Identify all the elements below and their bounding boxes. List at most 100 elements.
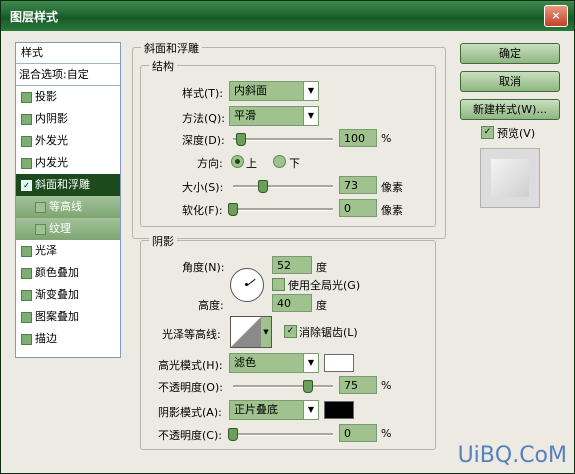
size-slider[interactable] [233,180,333,193]
layer-style-dialog: 图层样式 × 样式 混合选项:自定 投影内阴影外发光内发光 ✓ 斜面和浮雕 等高线纹理… [0,0,575,474]
new-style-button[interactable]: 新建样式(W)... [460,99,560,120]
preview-checkbox[interactable]: ✓ [481,126,494,139]
soften-slider-track [233,208,333,211]
style-checkbox[interactable] [21,312,32,323]
style-list: 样式 混合选项:自定 投影内阴影外发光内发光 ✓ 斜面和浮雕 等高线纹理光泽颜色叠加渐… [15,42,121,358]
angle-dial[interactable] [230,268,264,302]
style-list-item-label: 描边 [35,332,57,345]
close-button[interactable]: × [544,5,568,27]
chevron-down-icon: ▼ [303,354,318,372]
highlight-opacity-input[interactable]: 75 [339,376,377,394]
highlight-mode-select[interactable]: 滤色 ▼ [229,353,319,373]
style-checkbox[interactable] [21,246,32,257]
chevron-down-icon: ▼ [303,401,318,419]
blend-options-item[interactable]: 混合选项:自定 [16,64,120,86]
style-list-item[interactable]: 图案叠加 [16,306,120,328]
style-checkbox[interactable] [21,268,32,279]
shadow-mode-select[interactable]: 正片叠底 ▼ [229,400,319,420]
depth-label: 深度(D): [182,134,225,147]
style-list-item-label: 外发光 [35,134,68,147]
soften-label: 软化(F): [182,204,223,217]
altitude-input[interactable]: 40 [272,294,312,312]
shadow-opacity-input[interactable]: 0 [339,424,377,442]
style-list-item-label: 纹理 [49,222,71,235]
ok-button[interactable]: 确定 [460,43,560,64]
shadow-opacity-thumb[interactable] [228,428,238,441]
highlight-opacity-thumb[interactable] [303,380,313,393]
direction-down-label: 下 [289,157,300,170]
style-list-item[interactable]: 渐变叠加 [16,284,120,306]
highlight-color-swatch[interactable] [324,354,354,372]
style-list-item-label: 图案叠加 [35,310,79,323]
style-checkbox[interactable] [21,136,32,147]
style-list-item[interactable]: 描边 [16,328,120,350]
title-bar[interactable]: 图层样式 × [1,1,574,31]
style-list-item[interactable]: 颜色叠加 [16,262,120,284]
cancel-button[interactable]: 取消 [460,71,560,92]
style-checkbox[interactable] [21,334,32,345]
gloss-contour-label: 光泽等高线: [162,328,221,341]
gloss-contour-picker[interactable] [230,316,262,348]
shadow-opacity-track [233,433,333,436]
soften-input[interactable]: 0 [339,199,377,217]
style-list-item[interactable]: 投影 [16,86,120,108]
direction-up-label: 上 [246,157,257,170]
technique-select[interactable]: 平滑 ▼ [229,106,319,126]
shadow-opacity-slider[interactable] [228,428,333,441]
soften-slider[interactable] [228,203,333,216]
size-slider-thumb[interactable] [258,180,268,193]
global-light-label: 使用全局光(G) [288,279,361,292]
style-list-item-label: 内发光 [35,156,68,169]
style-checkbox[interactable]: ✓ [21,180,32,191]
shadow-mode-label: 阴影模式(A): [158,406,222,419]
style-list-item[interactable]: 纹理 [16,218,120,240]
antialias-checkbox[interactable]: ✓ [284,325,297,338]
antialias-label: 消除锯齿(L) [299,326,358,339]
style-list-item[interactable]: 光泽 [16,240,120,262]
depth-slider-thumb[interactable] [236,133,246,146]
style-list-item[interactable]: ✓ 斜面和浮雕 [16,174,120,196]
global-light-checkbox[interactable] [272,278,285,291]
style-list-item[interactable]: 内阴影 [16,108,120,130]
highlight-opacity-track [233,385,333,388]
style-list-item[interactable]: 外发光 [16,130,120,152]
style-list-item-label: 投影 [35,90,57,103]
style-checkbox[interactable] [21,92,32,103]
highlight-opacity-unit: % [381,379,392,392]
chevron-down-icon[interactable]: ▼ [261,316,272,348]
soften-slider-thumb[interactable] [228,203,238,216]
angle-input[interactable]: 52 [272,256,312,274]
chevron-down-icon: ▼ [303,107,318,125]
chevron-down-icon: ▼ [303,82,318,100]
window-title: 图层样式 [10,10,59,24]
style-checkbox[interactable] [35,224,46,235]
style-list-header[interactable]: 样式 [16,43,120,64]
shadow-mode-value: 正片叠底 [234,403,278,416]
style-select[interactable]: 内斜面 ▼ [229,81,319,101]
direction-down-radio[interactable] [273,155,286,168]
style-list-item[interactable]: 等高线 [16,196,120,218]
style-label: 样式(T): [182,87,224,100]
direction-up-radio[interactable] [231,155,244,168]
direction-label: 方向: [197,157,223,170]
style-checkbox[interactable] [35,202,46,213]
style-preview-thumbnail [480,148,540,208]
size-input[interactable]: 73 [339,176,377,194]
depth-slider-track [233,138,333,141]
angle-dial-center [245,283,248,286]
highlight-opacity-slider[interactable] [233,380,333,393]
highlight-mode-value: 滤色 [234,356,256,369]
style-checkbox[interactable] [21,114,32,125]
shadow-color-swatch[interactable] [324,401,354,419]
soften-unit: 像素 [381,204,403,217]
style-checkbox[interactable] [21,290,32,301]
altitude-unit: 度 [316,299,327,312]
depth-input[interactable]: 100 [339,129,377,147]
style-list-item[interactable]: 内发光 [16,152,120,174]
watermark-logo: UiBQ.CoM [457,443,567,468]
depth-slider[interactable] [233,133,333,146]
angle-dial-hand [247,278,256,286]
style-checkbox[interactable] [21,158,32,169]
size-slider-track [233,185,333,188]
style-list-item-label: 颜色叠加 [35,266,79,279]
